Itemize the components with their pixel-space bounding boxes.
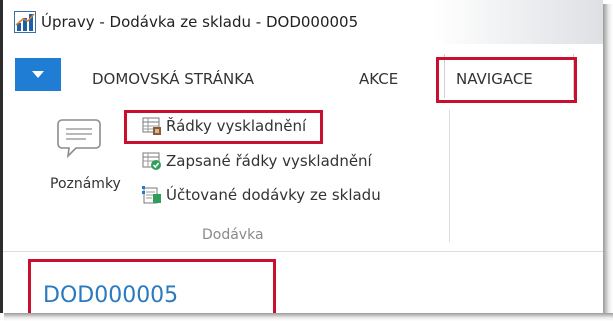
posted-shipments-icon <box>142 186 161 204</box>
lines-icon <box>142 117 161 135</box>
uctovane-dodavky-ze-skladu-label: Účtované dodávky ze skladu <box>166 186 381 204</box>
chevron-down-icon <box>32 71 44 78</box>
tab-navigace[interactable]: NAVIGACE <box>456 70 533 88</box>
window-shadow-bottom <box>4 313 613 321</box>
title-bar-fade <box>433 0 603 44</box>
tab-domovska-stranka[interactable]: DOMOVSKÁ STRÁNKA <box>92 70 254 88</box>
app-window: Úpravy - Dodávka ze skladu - DOD000005 D… <box>0 0 603 313</box>
window-shadow-right <box>603 4 613 321</box>
ribbon-group-label: Dodávka <box>202 227 264 243</box>
notes-icon[interactable] <box>56 117 102 159</box>
title-bar: Úpravy - Dodávka ze skladu - DOD000005 <box>3 0 603 44</box>
tab-akce[interactable]: AKCE <box>359 70 398 88</box>
chart-icon <box>14 11 36 33</box>
notes-button-label[interactable]: Poznámky <box>50 176 121 192</box>
radky-vyskladneni-button[interactable]: Řádky vyskladnění <box>142 115 306 137</box>
ribbon-menu-button[interactable] <box>15 58 61 91</box>
radky-vyskladneni-label: Řádky vyskladnění <box>166 117 307 135</box>
uctovane-dodavky-ze-skladu-button[interactable]: Účtované dodávky ze skladu <box>142 184 381 206</box>
registered-lines-icon <box>142 152 161 170</box>
ribbon-group-divider <box>449 110 450 242</box>
zapsane-radky-vyskladneni-label: Zapsané řádky vyskladnění <box>166 152 372 170</box>
window-title: Úpravy - Dodávka ze skladu - DOD000005 <box>41 13 359 31</box>
zapsane-radky-vyskladneni-button[interactable]: Zapsané řádky vyskladnění <box>142 150 372 172</box>
document-number: DOD000005 <box>43 283 179 308</box>
